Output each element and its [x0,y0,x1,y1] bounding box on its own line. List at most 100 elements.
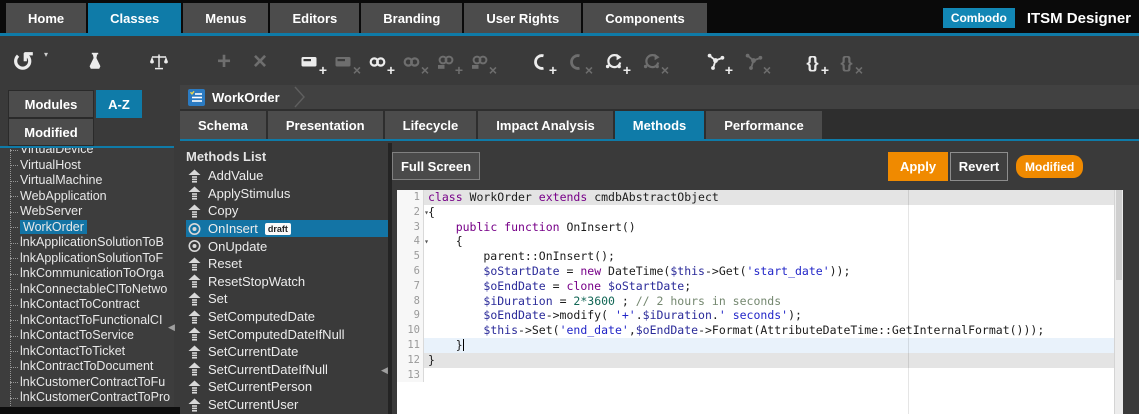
code-text: $iDuration = 2*3600 ; // 2 hours in seco… [424,294,1123,309]
class-item-lnkcontacttoticket[interactable]: lnkContactToTicket [0,344,174,360]
class-item-workorder[interactable]: WorkOrder [0,220,174,236]
class-item-virtualmachine[interactable]: VirtualMachine [0,173,174,189]
sidebar-collapse-arrow-icon[interactable]: ◀ [168,322,175,333]
class-item-virtualdevice[interactable]: VirtualDevice [0,146,174,158]
code-text: $oStartDate = new DateTime($this->Get('s… [424,264,1123,279]
code-text: $oEndDate->modify( '+'.$iDuration.' seco… [424,308,1123,323]
class-item-lnkapplicationsolutiontof[interactable]: lnkApplicationSolutionToF [0,251,174,267]
editor-scrollbar[interactable] [1114,190,1123,414]
plus-icon: + [217,50,231,74]
add-relation-button[interactable]: + [699,46,733,78]
top-nav-tab-editors[interactable]: Editors [270,3,359,33]
method-item-onupdate[interactable]: OnUpdate [186,237,388,255]
method-label: AddValue [208,168,263,183]
editor-scrollbar-thumb[interactable] [1116,190,1122,280]
class-item-virtualhost[interactable]: VirtualHost [0,158,174,174]
method-item-reset[interactable]: Reset [186,255,388,273]
sidebar-tab-modified[interactable]: Modified [8,118,94,146]
class-item-lnkapplicationsolutiontob[interactable]: lnkApplicationSolutionToB [0,235,174,251]
class-item-lnkconnectablecitonetwo[interactable]: lnkConnectableCIToNetwo [0,282,174,298]
class-list[interactable]: VirtualDeviceVirtualHostVirtualMachineWe… [0,146,174,407]
add-braces-button[interactable]: {} + [795,46,829,78]
class-item-webserver[interactable]: WebServer [0,204,174,220]
code-line-1: 1class WorkOrder extends cmdbAbstractObj… [397,190,1123,205]
methods-content: Methods List AddValueApplyStimulusCopyOn… [180,143,1139,414]
flask-button[interactable] [78,46,112,78]
add-link-button[interactable]: + [361,46,395,78]
gutter-line-number: 9 [397,308,424,323]
add-class-button[interactable]: + [523,46,557,78]
tab-schema[interactable]: Schema [180,111,266,139]
code-editor[interactable]: 1class WorkOrder extends cmdbAbstractObj… [397,190,1123,414]
method-item-resetstopwatch[interactable]: ResetStopWatch [186,273,388,291]
method-item-setcomputeddateifnull[interactable]: SetComputedDateIfNull [186,325,388,343]
combodo-brand-badge[interactable]: Combodo [943,8,1015,28]
method-label: SetCurrentDateIfNull [208,362,328,377]
method-label: ApplyStimulus [208,186,290,201]
method-label: SetCurrentPerson [208,379,312,394]
method-label: Set [208,291,228,306]
class-item-lnkcontacttocontract[interactable]: lnkContactToContract [0,297,174,313]
stimulus-icon [188,310,201,324]
apply-button[interactable]: Apply [888,152,948,181]
scales-button[interactable] [142,46,176,78]
revert-button[interactable]: Revert [950,152,1008,181]
method-item-setcurrentdateifnull[interactable]: SetCurrentDateIfNull [186,361,388,379]
code-text: parent::OnInsert(); [424,249,1123,264]
code-text: public function OnInsert() [424,220,1123,235]
class-item-lnkcommunicationtoorga[interactable]: lnkCommunicationToOrga [0,266,174,282]
tab-presentation[interactable]: Presentation [268,111,383,139]
add-field-button[interactable]: + [293,46,327,78]
add-lifecycle-button[interactable]: + [597,46,631,78]
top-nav-tab-components[interactable]: Components [583,3,706,33]
top-nav-tab-user-rights[interactable]: User Rights [464,3,581,33]
class-item-webapplication[interactable]: WebApplication [0,189,174,205]
breadcrumb-item-workorder[interactable]: WorkOrder [188,89,280,106]
class-item-lnkcontacttoservice[interactable]: lnkContactToService [0,328,174,344]
tab-lifecycle[interactable]: Lifecycle [385,111,477,139]
code-line-5: 5 parent::OnInsert(); [397,249,1123,264]
modified-status-badge: Modified [1016,155,1083,178]
text-cursor [463,339,464,351]
tab-performance[interactable]: Performance [706,111,821,139]
dropdown-caret-icon[interactable]: ▾ [44,50,48,59]
class-item-lnkcustomercontracttofu[interactable]: lnkCustomerContractToFu [0,375,174,391]
method-item-setcurrentperson[interactable]: SetCurrentPerson [186,378,388,396]
full-screen-button[interactable]: Full Screen [392,152,480,180]
scales-icon [149,52,169,72]
method-item-setcurrentuser[interactable]: SetCurrentUser [186,396,388,414]
sidebar-tab-modules[interactable]: Modules [8,90,94,118]
tab-methods[interactable]: Methods [615,111,704,139]
class-item-lnkcontracttodocument[interactable]: lnkContractToDocument [0,359,174,375]
sidebar-tab-a-z[interactable]: A-Z [96,90,142,118]
method-item-set[interactable]: Set [186,290,388,308]
method-item-setcomputeddate[interactable]: SetComputedDate [186,308,388,326]
top-nav-tab-branding[interactable]: Branding [361,3,462,33]
method-item-applystimulus[interactable]: ApplyStimulus [186,185,388,203]
method-item-addvalue[interactable]: AddValue [186,167,388,185]
fold-arrow-icon[interactable]: ▾ [424,235,429,250]
top-nav-tab-home[interactable]: Home [6,3,86,33]
class-item-lnkcustomercontracttopro[interactable]: lnkCustomerContractToPro [0,390,174,406]
top-nav-tab-classes[interactable]: Classes [88,3,181,33]
code-text: { [424,234,1123,249]
method-item-copy[interactable]: Copy [186,202,388,220]
fold-arrow-icon[interactable]: ▾ [424,206,429,221]
method-item-setcurrentdate[interactable]: SetCurrentDate [186,343,388,361]
methods-panel-collapse-arrow-icon[interactable]: ◀ [381,365,388,376]
class-item-lnkcontacttofunctionalci[interactable]: lnkContactToFunctionalCI [0,313,174,329]
braces-icon: {} [840,54,851,71]
plus-badge-icon: + [821,63,829,77]
braces-icon: {} [806,54,817,71]
methods-list-panel: Methods List AddValueApplyStimulusCopyOn… [180,143,388,414]
plus-badge-icon: + [725,63,733,77]
undo-button[interactable]: ↺▾ [6,46,40,78]
top-nav-tab-menus[interactable]: Menus [183,3,268,33]
draft-badge: draft [265,223,291,235]
sidebar-scrollbar-track[interactable] [0,407,180,414]
method-item-oninsert[interactable]: OnInsertdraft [186,220,388,238]
link-icon [402,52,422,72]
tab-impact-analysis[interactable]: Impact Analysis [478,111,613,139]
stimulus-icon [188,186,201,200]
stimulus-icon [188,380,201,394]
